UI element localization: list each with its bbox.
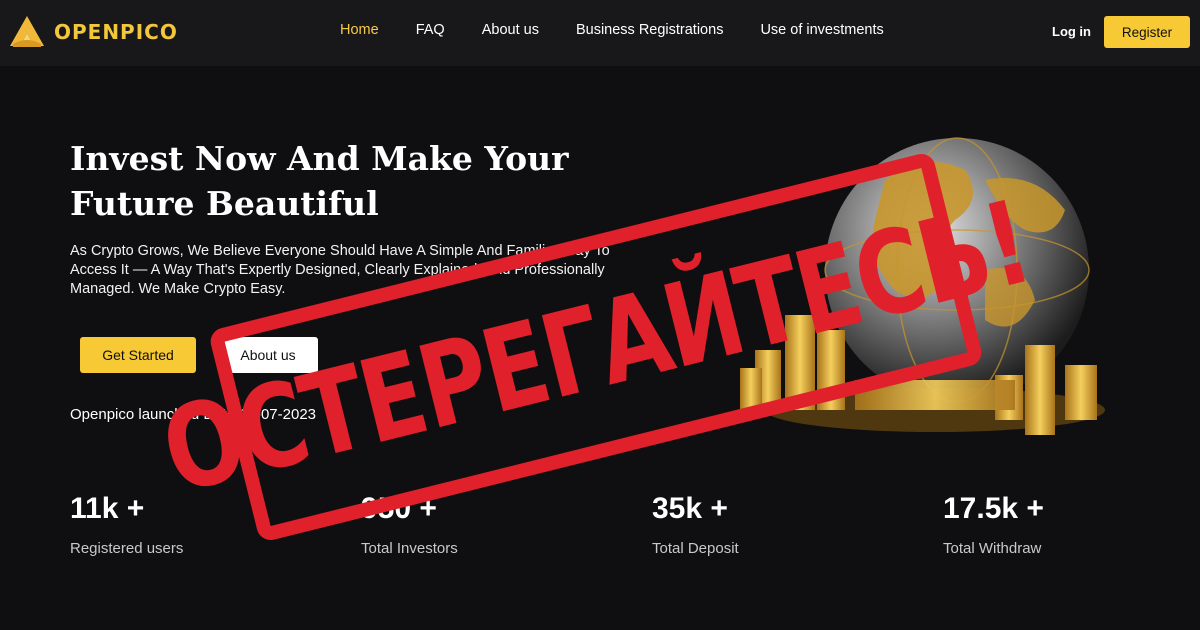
stat-label: Registered users <box>70 540 184 557</box>
stat-value: 35k + <box>652 492 728 525</box>
nav-about-us[interactable]: About us <box>482 22 539 38</box>
nav-use-of-investments[interactable]: Use of investments <box>760 22 883 38</box>
stat-total-investors: 950 + Total Investors <box>361 492 458 557</box>
nav-faq[interactable]: FAQ <box>416 22 445 38</box>
hero-description: As Crypto Grows, We Believe Everyone Sho… <box>70 243 610 297</box>
brand-name: OPENPICO <box>54 20 178 44</box>
stat-label: Total Deposit <box>652 540 739 557</box>
stat-value: 11k + <box>70 492 145 525</box>
nav-business-registrations[interactable]: Business Registrations <box>576 22 724 38</box>
stat-registered-users: 11k + Registered users <box>70 492 183 557</box>
stat-total-deposit: 35k + Total Deposit <box>652 492 739 557</box>
nav-home[interactable]: Home <box>340 22 379 38</box>
logo-icon <box>10 16 44 47</box>
site-header: OPENPICO Home FAQ About us Business Regi… <box>0 0 1200 66</box>
globe-coins-illustration <box>740 137 1105 435</box>
stat-label: Total Investors <box>361 540 458 557</box>
login-link[interactable]: Log in <box>1052 24 1091 39</box>
main-nav: Home FAQ About us Business Registrations… <box>340 22 884 38</box>
launch-date-text: Openpico launched Date 17-07-2023 <box>70 406 317 423</box>
register-button[interactable]: Register <box>1104 16 1190 48</box>
brand-logo[interactable]: OPENPICO <box>8 14 178 50</box>
stat-value: 950 + <box>361 492 437 525</box>
about-us-button[interactable]: About us <box>218 337 318 373</box>
stat-total-withdraw: 17.5k + Total Withdraw <box>943 492 1044 557</box>
hero-title: Invest Now And Make Your Future Beautifu… <box>70 139 569 223</box>
stat-label: Total Withdraw <box>943 540 1042 557</box>
get-started-button[interactable]: Get Started <box>80 337 196 373</box>
stat-value: 17.5k + <box>943 492 1044 525</box>
